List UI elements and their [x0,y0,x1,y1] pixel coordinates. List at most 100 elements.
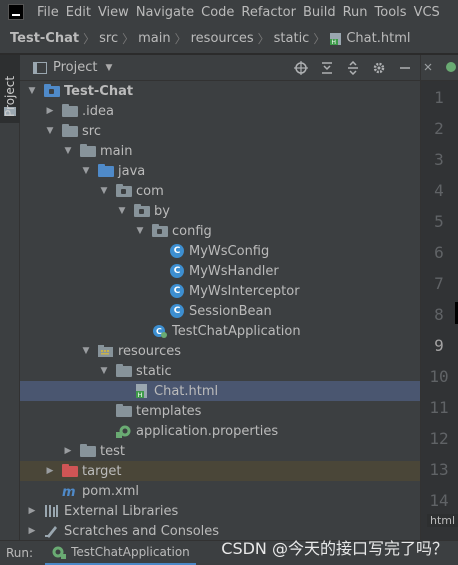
navigation-breadcrumb: Test-Chat 〉 src 〉 main 〉 resources 〉 sta… [0,24,458,54]
chevron-down-icon[interactable]: ▼ [44,126,56,136]
run-tab[interactable]: TestChatApplication [45,541,196,565]
chevron-down-icon[interactable]: ▼ [80,166,92,176]
breadcrumb-project[interactable]: Test-Chat [10,31,79,46]
library-icon [44,504,60,518]
line-number: 11 [429,398,449,417]
tree-item-label: config [172,223,212,239]
html-badge[interactable]: html [427,514,458,527]
chevron-right-icon[interactable]: ▶ [26,526,38,536]
menu-navigate[interactable]: Navigate [133,5,197,20]
menu-tools[interactable]: Tools [372,5,410,20]
tree-item-label: MyWsInterceptor [189,283,300,299]
tree-item-com[interactable]: ▼ com [20,181,420,201]
collapse-all-icon[interactable] [344,58,362,78]
chevron-down-icon[interactable]: ▼ [134,226,146,236]
package-icon [134,204,150,217]
minimize-icon[interactable] [396,58,414,78]
tree-item-properties[interactable]: application.properties [20,421,420,441]
breadcrumb-src[interactable]: src [99,31,118,46]
watermark: CSDN @今天的接口写完了吗？ [221,539,448,558]
line-number: 5 [434,212,444,231]
chevron-right-icon[interactable]: ▶ [44,466,56,476]
breadcrumb-main[interactable]: main [138,31,170,46]
folder-icon [116,364,132,377]
tree-item-label: application.properties [136,423,279,439]
tree-item-static[interactable]: ▼ static [20,361,420,381]
chevron-down-icon[interactable]: ▼ [98,366,110,376]
tree-item-class[interactable]: C MyWsInterceptor [20,281,420,301]
tree-item-label: Chat.html [154,383,219,399]
chevron-down-icon[interactable]: ▼ [98,186,110,196]
module-folder-icon [44,84,60,97]
tree-item-src[interactable]: ▼ src [20,121,420,141]
excluded-folder-icon [62,464,78,477]
intellij-logo-icon[interactable] [8,4,24,20]
menu-file[interactable]: File [34,5,62,20]
menu-build[interactable]: Build [300,5,339,20]
tree-item-config[interactable]: ▼ config [20,221,420,241]
menu-refactor[interactable]: Refactor [238,5,299,20]
chevron-down-icon[interactable]: ▼ [80,346,92,356]
project-panel-title[interactable]: Project [53,60,97,75]
resources-folder-icon [98,344,114,358]
chevron-down-icon[interactable]: ▼ [105,63,112,73]
spring-properties-icon [116,424,132,438]
menu-bar: File Edit View Navigate Code Refactor Bu… [0,0,458,24]
menu-view[interactable]: View [95,5,132,20]
svg-text:m: m [62,485,76,498]
gear-icon[interactable] [370,58,388,78]
breadcrumb-file[interactable]: Chat.html [346,31,410,46]
tree-item-chat-html[interactable]: H Chat.html [20,381,420,401]
chevron-right-icon: 〉 [257,32,270,46]
tree-item-root[interactable]: ▼ Test-Chat [20,81,420,101]
menu-code[interactable]: Code [198,5,237,20]
chevron-down-icon[interactable]: ▼ [116,206,128,216]
tree-item-by[interactable]: ▼ by [20,201,420,221]
chevron-right-icon[interactable]: ▶ [62,446,74,456]
tree-item-java[interactable]: ▼ java [20,161,420,181]
menu-vcs[interactable]: VCS [411,5,443,20]
java-class-icon: C [170,284,184,298]
chevron-down-icon[interactable]: ▼ [26,86,38,96]
tree-item-class[interactable]: C MyWsConfig [20,241,420,261]
tree-item-pom[interactable]: m pom.xml [20,481,420,501]
line-number: 3 [434,150,444,169]
tree-item-target[interactable]: ▶ target [20,461,420,481]
breadcrumb-static[interactable]: static [274,31,310,46]
chevron-right-icon[interactable]: ▶ [26,506,38,516]
tree-item-templates[interactable]: templates [20,401,420,421]
chevron-down-icon[interactable]: ▼ [62,146,74,156]
source-folder-icon [98,164,114,177]
tree-item-class[interactable]: C SessionBean [20,301,420,321]
tree-item-external-libraries[interactable]: ▶ External Libraries [20,501,420,521]
line-number: 6 [434,243,444,262]
project-tool-tab[interactable]: Project [0,55,20,123]
tree-item-main[interactable]: ▼ main [20,141,420,161]
tree-item-label: test [100,443,125,459]
run-label: Run: [6,546,34,560]
spring-boot-run-icon [51,545,67,559]
breadcrumb-resources[interactable]: resources [191,31,254,46]
maven-icon: m [62,484,78,500]
tree-item-label: Test-Chat [64,83,134,99]
tree-item-test[interactable]: ▶ test [20,441,420,461]
spring-boot-class-icon: C [152,324,168,338]
tree-item-application-class[interactable]: C TestChatApplication [20,321,420,341]
tree-item-label: resources [118,343,182,359]
tree-item-resources[interactable]: ▼ resources [20,341,420,361]
project-panel-header: Project ▼ [20,55,420,81]
menu-run[interactable]: Run [340,5,371,20]
line-number: 2 [434,119,444,138]
html-file-icon: H [329,32,343,46]
menu-edit[interactable]: Edit [63,5,94,20]
folder-icon [80,444,96,457]
line-number: 8 [434,305,444,324]
expand-all-icon[interactable] [318,58,336,78]
tree-item-label: .idea [82,103,114,119]
tree-item-class[interactable]: C MyWsHandler [20,261,420,281]
line-number: 7 [434,274,444,293]
folder-icon [62,104,78,117]
tree-item-idea[interactable]: ▶ .idea [20,101,420,121]
locate-file-icon[interactable] [292,58,310,78]
chevron-right-icon[interactable]: ▶ [44,106,56,116]
